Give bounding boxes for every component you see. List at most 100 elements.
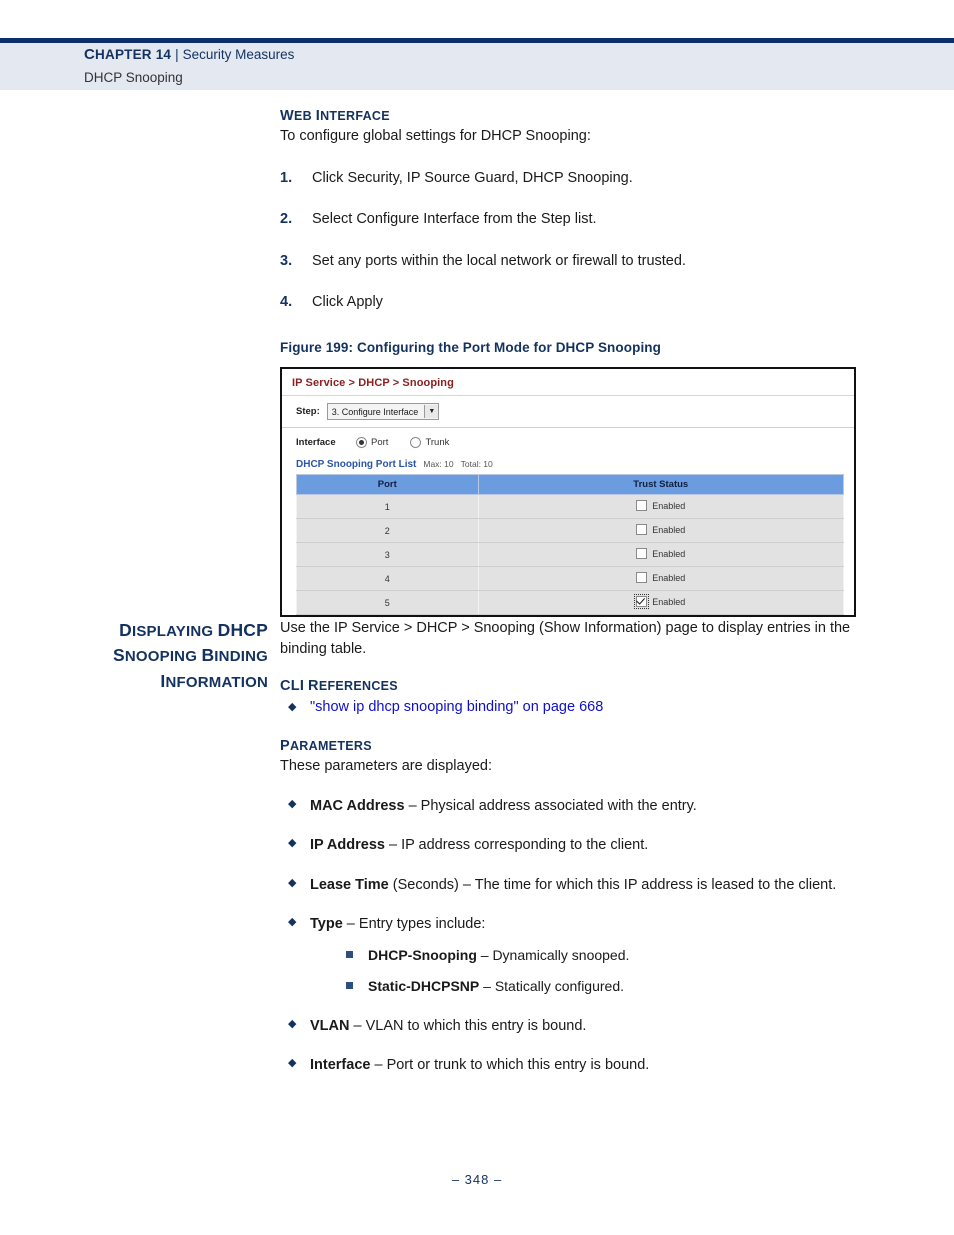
table-body: 1 Enabled 2 Enabled 3 Enabled 4 Enabled … [296, 494, 844, 615]
square-bullet-icon [346, 981, 353, 989]
column-header-trust-status: Trust Status [477, 474, 844, 495]
cli-reference-item: ◆ "show ip dhcp snooping binding" on pag… [280, 698, 880, 716]
parameter-desc: – Physical address associated with the e… [404, 797, 697, 814]
parameter-term: Lease Time [310, 876, 389, 893]
diamond-bullet-icon: ◆ [288, 797, 297, 810]
list-item: ◆ Lease Time (Seconds) – The time for wh… [280, 875, 880, 896]
web-interface-heading: WEB INTERFACE [280, 108, 390, 124]
running-header: CHAPTER 14 | Security Measures DHCP Snoopi… [84, 44, 294, 87]
trust-status-label: Enabled [652, 500, 686, 511]
radio-port-label: Port [371, 437, 389, 448]
figure-block: Figure 199: Configuring the Port Mode fo… [0, 340, 954, 617]
subitem-term: DHCP-Snooping [368, 947, 477, 964]
header-section-label: Security Measures [182, 47, 295, 62]
cell-trust-status: Enabled [477, 518, 844, 543]
port-list-title-row: DHCP Snooping Port List Max: 10 Total: 10 [296, 459, 844, 470]
step-text: Select Configure Interface from the Step… [312, 211, 597, 228]
page-number: – 348 – [451, 1172, 503, 1187]
trust-status-label: Enabled [652, 572, 686, 583]
parameter-desc: – Port or trunk to which this entry is b… [370, 1057, 650, 1074]
list-item: ◆ MAC Address – Physical address associa… [280, 796, 880, 817]
parameter-term: Type [310, 916, 343, 933]
cell-trust-status: Enabled [477, 566, 844, 591]
checkbox-icon [636, 548, 648, 559]
trust-status-toggle[interactable]: Enabled [636, 500, 685, 511]
cell-port: 3 [296, 542, 479, 567]
checkbox-icon [636, 524, 648, 535]
cell-port: 1 [296, 494, 479, 519]
radio-port[interactable]: Port [356, 437, 388, 448]
trust-status-toggle[interactable]: Enabled [636, 548, 685, 559]
port-list-max: Max: 10 [423, 459, 454, 469]
step-label: Step: [296, 406, 320, 417]
page-content: WEB INTERFACE To configure global settin… [0, 108, 954, 1073]
step-select-value: 3. Configure Interface [331, 406, 419, 417]
diamond-bullet-icon: ◆ [288, 1057, 297, 1070]
cli-references-heading: CLI REFERENCES [280, 678, 398, 695]
square-bullet-icon [346, 951, 353, 959]
type-subitems-list: DHCP-Snooping – Dynamically snooped. Sta… [310, 946, 880, 997]
parameter-term: Interface [310, 1057, 371, 1074]
parameters-list: ◆ MAC Address – Physical address associa… [280, 796, 880, 1076]
step-select[interactable]: 3. Configure Interface ▼ [326, 403, 440, 420]
diamond-bullet-icon: ◆ [288, 1017, 297, 1030]
trust-status-label: Enabled [652, 548, 686, 559]
parameter-desc: (Seconds) – The time for which this IP a… [388, 876, 837, 893]
trust-status-label: Enabled [652, 524, 686, 535]
side-heading-line-3: INFORMATION [160, 670, 268, 691]
list-item: ◆ IP Address – IP address corresponding … [280, 835, 880, 856]
step-number: 2. [280, 211, 293, 228]
trust-status-toggle[interactable]: Enabled [636, 524, 685, 535]
table-row: 3 Enabled [296, 542, 844, 567]
subitem-desc: – Dynamically snooped. [476, 947, 630, 964]
checkbox-icon [636, 500, 648, 511]
list-item: ◆ VLAN – VLAN to which this entry is bou… [280, 1016, 880, 1037]
dhcp-snooping-port-table: Port Trust Status 1 Enabled 2 Enabled 3 … [296, 474, 844, 615]
page-footer: – 348 – [0, 1172, 954, 1187]
cli-reference-link[interactable]: "show ip dhcp snooping binding" on page … [310, 699, 603, 715]
parameter-desc: – Entry types include: [342, 916, 486, 933]
breadcrumb: IP Service > DHCP > Snooping [282, 369, 854, 396]
figure-caption: Figure 199: Configuring the Port Mode fo… [280, 340, 661, 355]
step-number: 4. [280, 294, 293, 311]
cell-trust-status: Enabled [477, 542, 844, 567]
web-interface-steps: 1. Click Security, IP Source Guard, DHCP… [280, 168, 880, 313]
diamond-bullet-icon: ◆ [288, 916, 297, 929]
column-header-port: Port [296, 474, 479, 495]
list-item: ◆ Interface – Port or trunk to which thi… [280, 1055, 880, 1076]
port-list-total: Total: 10 [460, 459, 493, 469]
subitem-desc: – Statically configured. [479, 977, 624, 994]
header-subsection-label: DHCP Snooping [84, 69, 183, 85]
binding-info-body: Use the IP Service > DHCP > Snooping (Sh… [280, 618, 880, 1076]
radio-trunk-label: Trunk [425, 437, 450, 448]
binding-info-block: DISPLAYING DHCP SNOOPING BINDING INFORMA… [0, 600, 954, 1073]
chevron-down-icon: ▼ [424, 405, 439, 418]
figure-body: Interface Port Trunk DHCP Snooping Port … [282, 428, 854, 615]
parameter-desc: – VLAN to which this entry is bound. [349, 1017, 587, 1034]
radio-trunk[interactable]: Trunk [410, 437, 449, 448]
parameters-heading: PARAMETERS [280, 738, 372, 755]
diamond-bullet-icon: ◆ [288, 837, 297, 850]
list-item: 1. Click Security, IP Source Guard, DHCP… [280, 168, 880, 189]
parameters-intro: These parameters are displayed: [280, 758, 492, 775]
table-head: Port Trust Status [296, 474, 844, 495]
trust-status-toggle[interactable]: Enabled [636, 572, 685, 583]
header-separator: | [175, 47, 179, 62]
header-rule [0, 38, 954, 43]
table-header-row: Port Trust Status [296, 474, 844, 495]
step-text: Set any ports within the local network o… [312, 252, 686, 269]
interface-row: Interface Port Trunk [296, 437, 844, 448]
section-side-heading: DISPLAYING DHCP SNOOPING BINDING INFORMA… [60, 618, 268, 694]
binding-intro: Use the IP Service > DHCP > Snooping (Sh… [280, 620, 851, 657]
list-item: 4. Click Apply [280, 292, 880, 313]
step-text: Click Apply [312, 294, 383, 311]
cell-port: 2 [296, 518, 479, 543]
subitem-term: Static-DHCPSNP [368, 977, 480, 994]
diamond-bullet-icon: ◆ [288, 701, 297, 714]
radio-icon [356, 437, 367, 448]
table-row: 1 Enabled [296, 494, 844, 519]
interface-label: Interface [296, 437, 336, 448]
side-heading-line-1: DISPLAYING DHCP [119, 620, 268, 640]
port-list-title: DHCP Snooping Port List [296, 459, 417, 470]
cell-port: 4 [296, 566, 479, 591]
